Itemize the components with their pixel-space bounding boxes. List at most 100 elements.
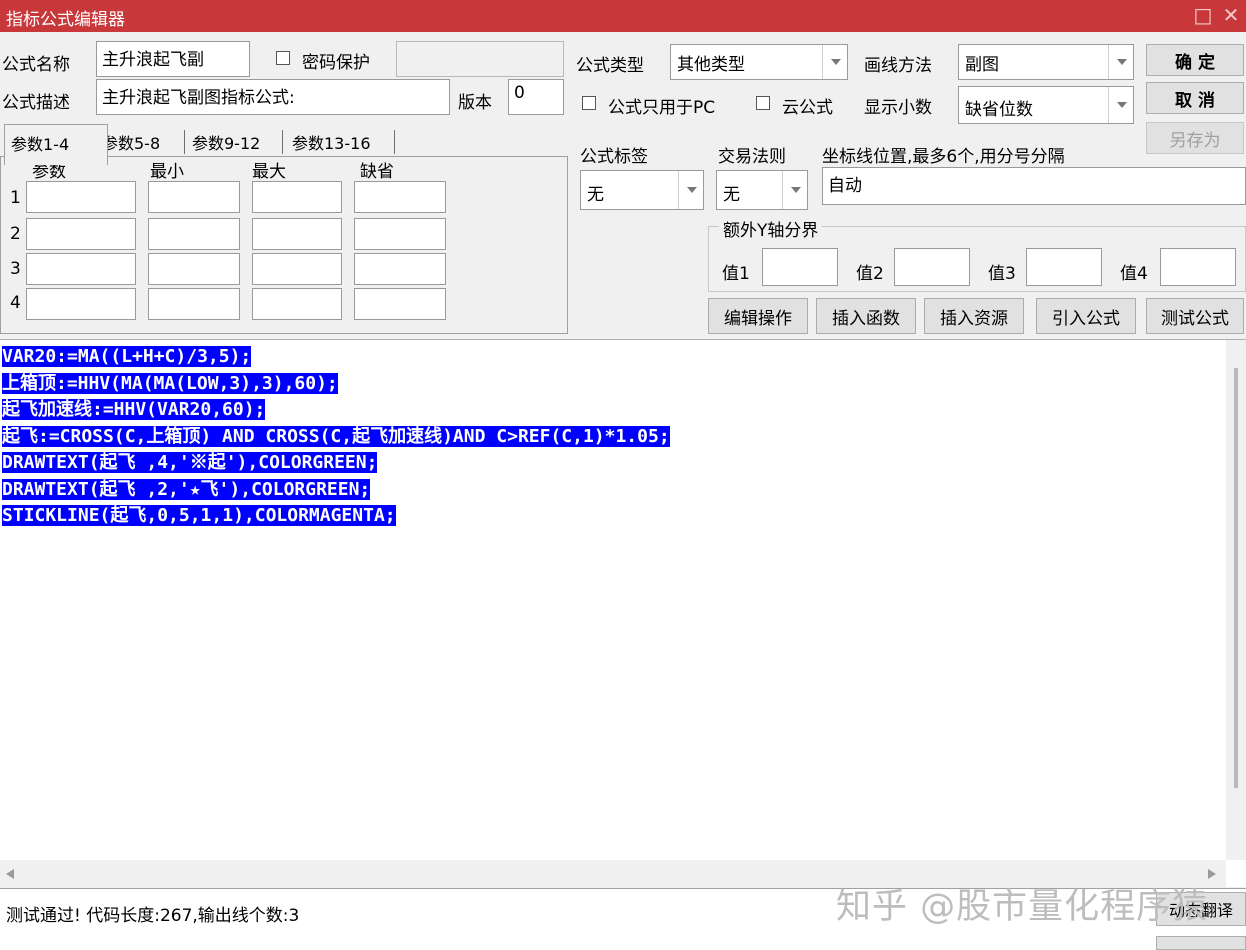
status-message: 测试通过! 代码长度:267,输出线个数:3: [6, 906, 300, 926]
param-2-max[interactable]: [252, 218, 342, 250]
y-value-3-label: 值3: [988, 264, 1016, 284]
y-value-4-label: 值4: [1120, 264, 1148, 284]
y-value-1-label: 值1: [722, 264, 750, 284]
param-2-min[interactable]: [148, 218, 240, 250]
param-2-default[interactable]: [354, 218, 446, 250]
save-as-button[interactable]: 另存为: [1146, 122, 1244, 154]
param-header-min: 最小: [150, 162, 184, 182]
param-3-max[interactable]: [252, 253, 342, 285]
code-line[interactable]: 起飞加速线:=HHV(VAR20,60);: [2, 397, 670, 424]
formula-desc-input[interactable]: 主升浪起飞副图指标公式:: [96, 79, 450, 115]
chevron-down-icon[interactable]: [1108, 87, 1133, 123]
chevron-down-icon[interactable]: [1108, 45, 1133, 79]
password-label: 密码保护: [302, 53, 370, 73]
formula-type-value: 其他类型: [677, 55, 745, 75]
extra-y-axis-legend: 额外Y轴分界: [719, 216, 823, 241]
param-2-name[interactable]: [26, 218, 136, 250]
scroll-right-icon[interactable]: [1208, 869, 1216, 879]
y-value-4-input[interactable]: [1160, 248, 1236, 286]
param-tabs: 参数1-4 参数5-8 参数9-12 参数13-16: [0, 124, 568, 165]
code-line[interactable]: VAR20:=MA((L+H+C)/3,5);: [2, 344, 670, 371]
draw-method-value: 副图: [965, 55, 999, 75]
tab-separator: [394, 130, 395, 154]
formula-tag-label: 公式标签: [580, 147, 648, 167]
trade-rule-value: 无: [723, 185, 740, 205]
chevron-down-icon[interactable]: [822, 45, 847, 79]
window-title: 指标公式编辑器: [6, 10, 125, 30]
param-1-max[interactable]: [252, 181, 342, 213]
edit-operation-button[interactable]: 编辑操作: [708, 298, 808, 334]
code-line[interactable]: DRAWTEXT(起飞 ,4,'※起'),COLORGREEN;: [2, 450, 670, 477]
decimals-value: 缺省位数: [965, 100, 1033, 120]
formula-type-select[interactable]: 其他类型: [670, 44, 848, 80]
formula-tag-select[interactable]: 无: [580, 170, 704, 210]
import-formula-button[interactable]: 引入公式: [1036, 298, 1136, 334]
y-value-2-input[interactable]: [894, 248, 970, 286]
test-formula-button[interactable]: 测试公式: [1146, 298, 1244, 334]
coord-line-label: 坐标线位置,最多6个,用分号分隔: [822, 147, 1065, 167]
param-row-number: 2: [10, 224, 21, 244]
draw-method-select[interactable]: 副图: [958, 44, 1134, 80]
code-content[interactable]: VAR20:=MA((L+H+C)/3,5); 上箱顶:=HHV(MA(MA(L…: [2, 344, 670, 530]
chevron-down-icon[interactable]: [782, 171, 807, 209]
cancel-button[interactable]: 取 消: [1146, 82, 1244, 114]
y-value-3-input[interactable]: [1026, 248, 1102, 286]
param-1-min[interactable]: [148, 181, 240, 213]
password-input[interactable]: [396, 41, 564, 77]
code-line[interactable]: 起飞:=CROSS(C,上箱顶) AND CROSS(C,起飞加速线)AND C…: [2, 424, 670, 451]
param-4-max[interactable]: [252, 288, 342, 320]
close-icon[interactable]: ✕: [1218, 2, 1244, 28]
decimals-select[interactable]: 缺省位数: [958, 86, 1134, 124]
formula-name-input[interactable]: 主升浪起飞副: [96, 41, 250, 77]
formula-desc-label: 公式描述: [2, 93, 70, 113]
insert-resource-button[interactable]: 插入资源: [924, 298, 1024, 334]
code-line[interactable]: DRAWTEXT(起飞 ,2,'★飞'),COLORGREEN;: [2, 477, 670, 504]
draw-method-label: 画线方法: [864, 56, 932, 76]
code-line[interactable]: STICKLINE(起飞,0,5,1,1),COLORMAGENTA;: [2, 503, 670, 530]
decimals-label: 显示小数: [864, 98, 932, 118]
cloud-checkbox[interactable]: [756, 96, 770, 110]
version-input[interactable]: 0: [508, 79, 564, 115]
param-header-max: 最大: [252, 162, 286, 182]
param-row-number: 4: [10, 293, 21, 313]
password-checkbox[interactable]: [276, 51, 290, 65]
formula-name-label: 公式名称: [2, 55, 70, 75]
scroll-left-icon[interactable]: [6, 869, 14, 879]
restore-icon[interactable]: □: [1190, 2, 1216, 28]
version-label: 版本: [458, 93, 492, 113]
tab-params-1-4[interactable]: 参数1-4: [4, 124, 108, 165]
coord-line-input[interactable]: 自动: [822, 167, 1246, 205]
formula-tag-value: 无: [587, 185, 604, 205]
param-1-default[interactable]: [354, 181, 446, 213]
ok-button[interactable]: 确 定: [1146, 44, 1244, 76]
formula-type-label: 公式类型: [576, 56, 644, 76]
param-4-min[interactable]: [148, 288, 240, 320]
y-value-1-input[interactable]: [762, 248, 838, 286]
y-value-2-label: 值2: [856, 264, 884, 284]
param-row-number: 3: [10, 259, 21, 279]
title-bar[interactable]: 指标公式编辑器 □ ✕: [0, 0, 1246, 32]
trade-rule-select[interactable]: 无: [716, 170, 808, 210]
pc-only-label: 公式只用于PC: [608, 98, 716, 118]
scrollbar-thumb[interactable]: [1234, 368, 1238, 788]
param-1-name[interactable]: [26, 181, 136, 213]
code-line[interactable]: 上箱顶:=HHV(MA(MA(LOW,3),3),60);: [2, 371, 670, 398]
param-3-name[interactable]: [26, 253, 136, 285]
vertical-scrollbar[interactable]: [1226, 340, 1246, 860]
pc-only-checkbox[interactable]: [582, 96, 596, 110]
cloud-label: 云公式: [782, 98, 833, 118]
param-row-number: 1: [10, 188, 21, 208]
trade-rule-label: 交易法则: [718, 147, 786, 167]
param-4-default[interactable]: [354, 288, 446, 320]
watermark: 知乎 @股市量化程序猿: [836, 887, 1209, 927]
chevron-down-icon[interactable]: [678, 171, 703, 209]
tab-separator: [184, 130, 185, 154]
code-editor[interactable]: VAR20:=MA((L+H+C)/3,5); 上箱顶:=HHV(MA(MA(L…: [0, 339, 1246, 887]
param-3-default[interactable]: [354, 253, 446, 285]
secondary-button[interactable]: [1156, 936, 1246, 950]
param-4-name[interactable]: [26, 288, 136, 320]
tab-separator: [282, 130, 283, 154]
insert-function-button[interactable]: 插入函数: [816, 298, 916, 334]
param-3-min[interactable]: [148, 253, 240, 285]
param-header-default: 缺省: [360, 162, 394, 182]
